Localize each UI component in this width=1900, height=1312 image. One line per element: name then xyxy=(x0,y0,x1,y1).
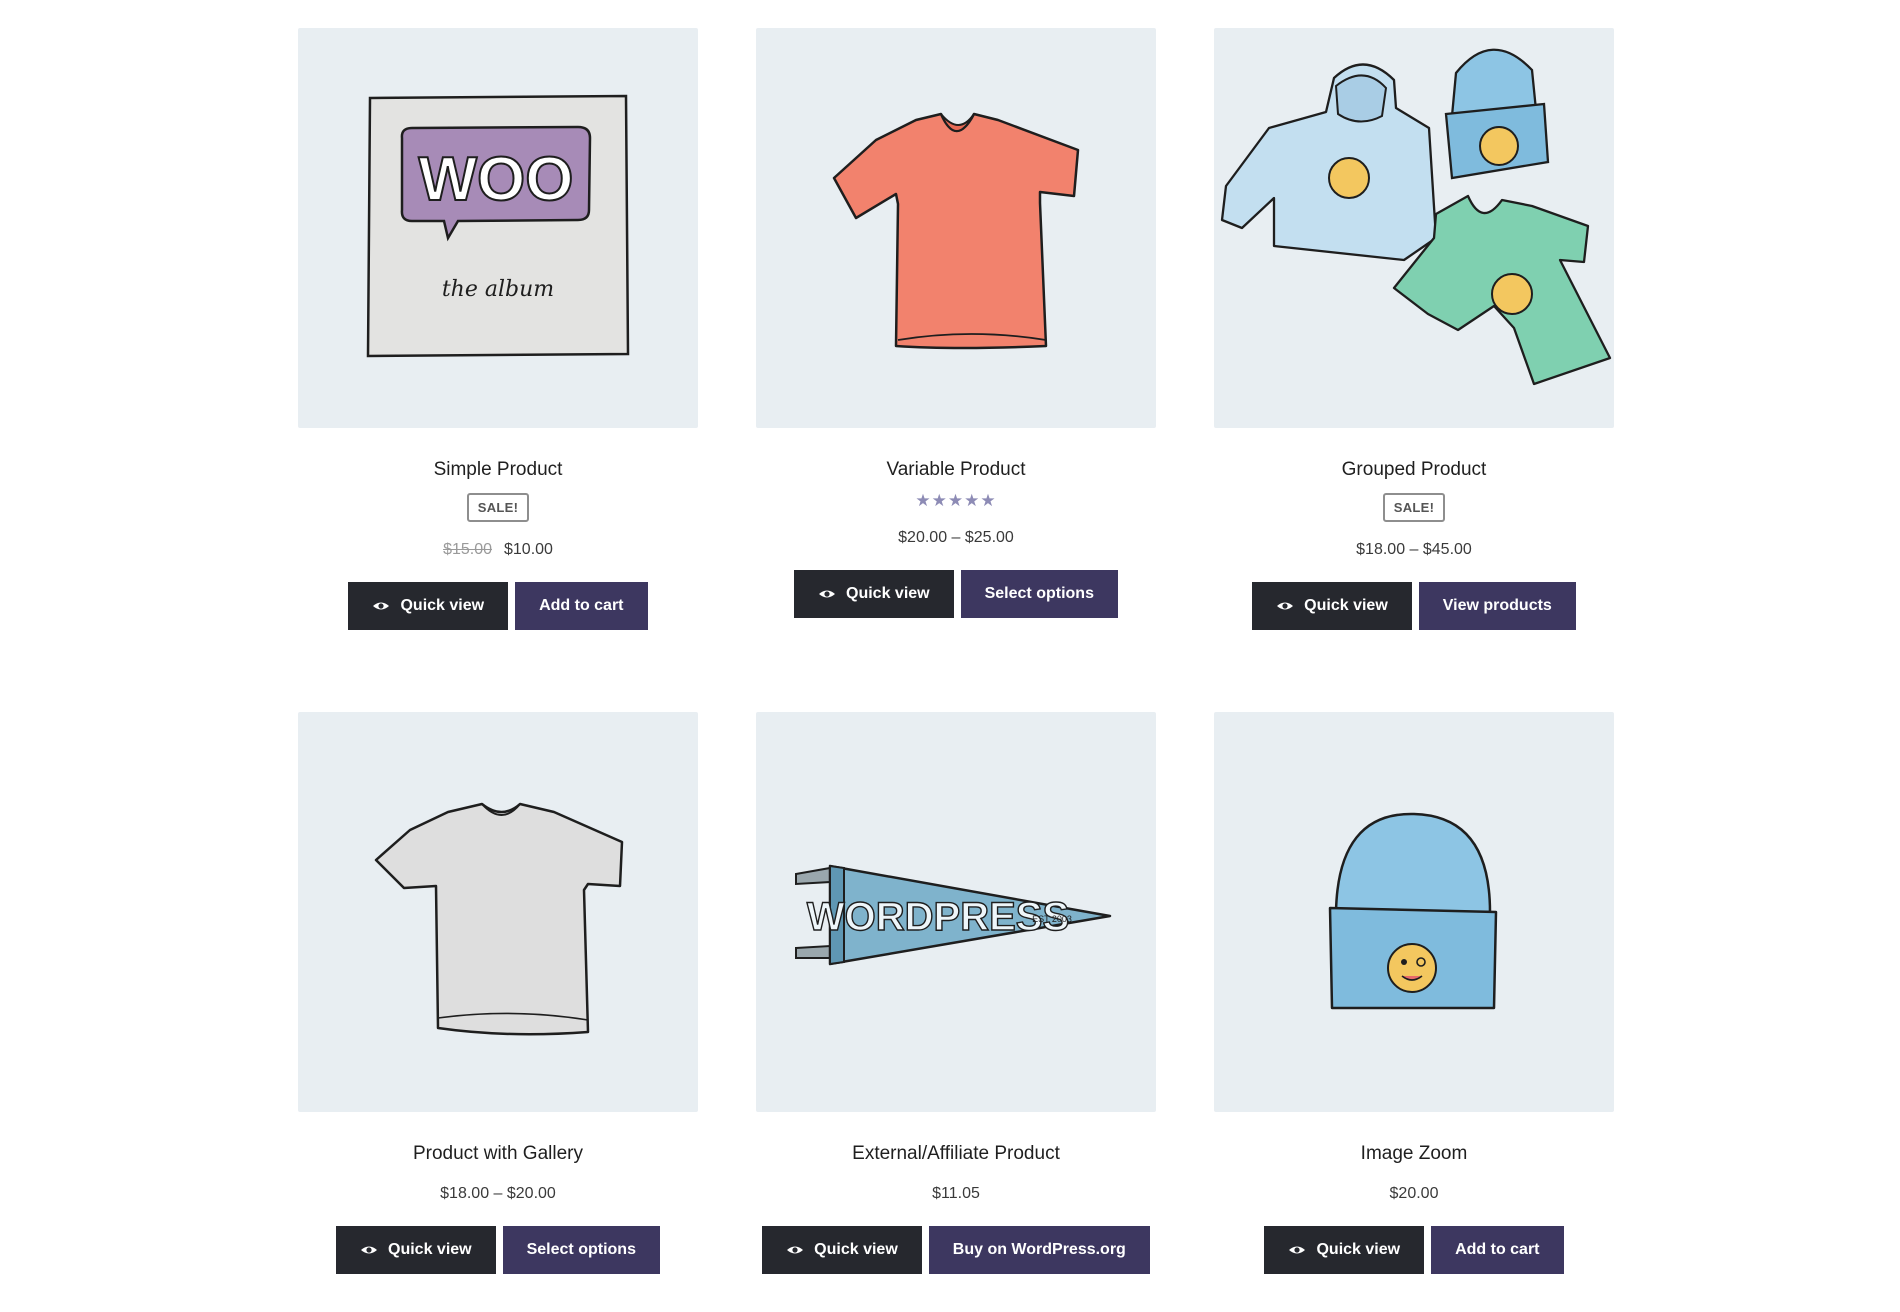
view-products-button[interactable]: View products xyxy=(1418,582,1576,630)
product-card: Grouped Product SALE! $18.00 – $45.00 Qu… xyxy=(1214,28,1614,712)
product-card: Image Zoom $20.00 Quick view Add to cart xyxy=(1214,712,1614,1312)
add-to-cart-button[interactable]: Add to cart xyxy=(1431,1226,1564,1274)
product-grid: WOO the album Simple Product SALE! $15.0… xyxy=(298,28,1614,1312)
product-card: WORDPRESS EST 2003 External/Affiliate Pr… xyxy=(756,712,1156,1312)
product-actions: Quick view Select options xyxy=(298,1226,698,1274)
product-image[interactable] xyxy=(1214,28,1614,428)
product-image[interactable] xyxy=(298,712,698,1112)
product-card: WOO the album Simple Product SALE! $15.0… xyxy=(298,28,698,712)
product-title[interactable]: Variable Product xyxy=(756,458,1156,482)
eye-icon xyxy=(819,590,836,598)
product-card: Product with Gallery $18.00 – $20.00 Qui… xyxy=(298,712,698,1312)
add-to-cart-button[interactable]: Add to cart xyxy=(515,582,648,630)
product-title[interactable]: Product with Gallery xyxy=(298,1142,698,1166)
wordpress-pennant-icon: WORDPRESS EST 2003 xyxy=(795,864,1112,966)
product-actions: Quick view Buy on WordPress.org xyxy=(756,1226,1156,1274)
hoodie-beanie-tshirt-icon xyxy=(1220,48,1612,386)
quick-view-button[interactable]: Quick view xyxy=(336,1226,496,1274)
woo-album-icon: WOO the album xyxy=(366,94,630,358)
eye-icon xyxy=(373,602,390,610)
product-title[interactable]: Image Zoom xyxy=(1214,1142,1614,1166)
eye-icon xyxy=(361,1246,378,1254)
svg-text:WORDPRESS: WORDPRESS xyxy=(807,895,1069,939)
product-image[interactable]: WOO the album xyxy=(298,28,698,428)
product-price: $20.00 – $25.00 xyxy=(898,529,1014,546)
svg-text:WOO: WOO xyxy=(419,145,574,214)
product-price: $15.00 $10.00 xyxy=(298,540,698,560)
star-rating: ★★★★★ xyxy=(915,491,997,510)
old-price: $15.00 xyxy=(443,541,492,558)
grey-tshirt-icon xyxy=(374,802,624,1036)
product-price: $18.00 – $45.00 xyxy=(1356,541,1472,558)
product-actions: Quick view Add to cart xyxy=(1214,1226,1614,1274)
product-title[interactable]: External/Affiliate Product xyxy=(756,1142,1156,1166)
product-actions: Quick view Select options xyxy=(756,570,1156,618)
quick-view-button[interactable]: Quick view xyxy=(348,582,509,630)
quick-view-button[interactable]: Quick view xyxy=(1252,582,1412,630)
eye-icon xyxy=(1277,602,1294,610)
product-title[interactable]: Grouped Product xyxy=(1214,458,1614,482)
product-price: $20.00 xyxy=(1389,1185,1439,1202)
product-card: Variable Product ★★★★★ $20.00 – $25.00 Q… xyxy=(756,28,1156,712)
product-price: $11.05 xyxy=(932,1185,980,1202)
select-options-button[interactable]: Select options xyxy=(960,570,1118,618)
svg-text:EST 2003: EST 2003 xyxy=(1032,914,1072,924)
quick-view-button[interactable]: Quick view xyxy=(794,570,954,618)
product-image[interactable]: WORDPRESS EST 2003 xyxy=(756,712,1156,1112)
sale-price: $10.00 xyxy=(504,541,553,558)
vneck-tshirt-icon xyxy=(832,112,1080,350)
product-actions: Quick view View products xyxy=(1214,582,1614,630)
eye-icon xyxy=(787,1246,804,1254)
eye-icon xyxy=(1289,1246,1306,1254)
svg-text:the album: the album xyxy=(442,277,554,302)
quick-view-button[interactable]: Quick view xyxy=(762,1226,922,1274)
product-image[interactable] xyxy=(1214,712,1614,1112)
product-title[interactable]: Simple Product xyxy=(298,458,698,482)
product-price: $18.00 – $20.00 xyxy=(440,1185,556,1202)
sale-badge: SALE! xyxy=(466,493,530,522)
product-actions: Quick view Add to cart xyxy=(298,582,698,630)
select-options-button[interactable]: Select options xyxy=(502,1226,660,1274)
buy-external-button[interactable]: Buy on WordPress.org xyxy=(928,1226,1150,1274)
beanie-icon xyxy=(1328,812,1498,1010)
product-image[interactable] xyxy=(756,28,1156,428)
sale-badge: SALE! xyxy=(1382,493,1446,522)
quick-view-button[interactable]: Quick view xyxy=(1264,1226,1425,1274)
